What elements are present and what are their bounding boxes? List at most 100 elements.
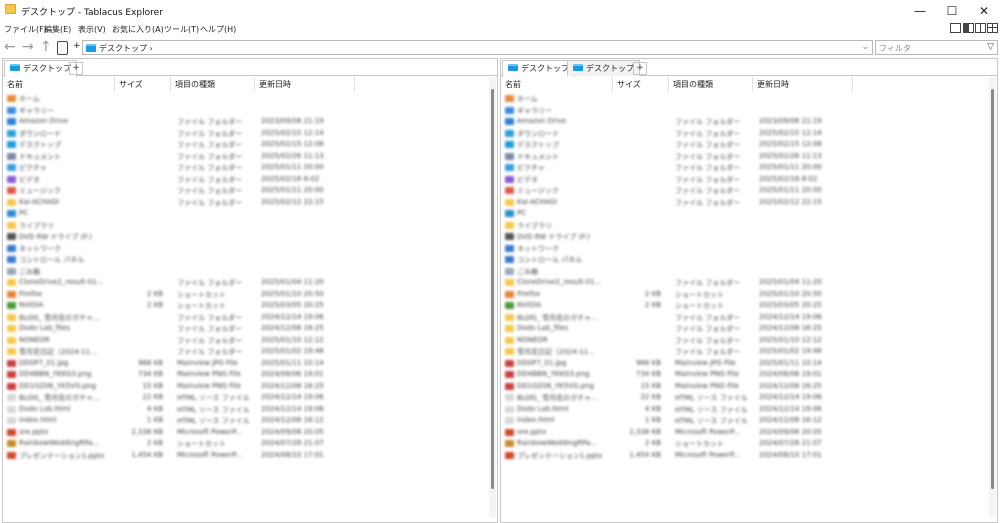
column-modified[interactable]: 更新日時 [259,79,291,90]
file-row[interactable]: ビデオ ファイル フォルダー 2025/02/18 8:02 [5,174,497,186]
file-row[interactable]: Kai-ACHAGI ファイル フォルダー 2025/02/12 22:15 [503,197,997,209]
file-row[interactable]: ごみ箱 [5,266,497,278]
address-bar[interactable]: デスクトップ › ⌄ [82,40,873,55]
file-row[interactable]: index.html 1 KB HTML ソース ファイル 2024/12/08 16… [5,415,497,427]
file-row[interactable]: BLOG_ 雪月花のガチャ... ファイル フォルダー 2024/12/14 19:… [503,312,997,324]
file-row[interactable]: デスクトップ ファイル フォルダー 2025/02/15 12:08 [5,139,497,151]
add-favorite-icon[interactable]: + [73,41,81,51]
vertical-scrollbar[interactable] [989,77,996,517]
file-row[interactable]: プレゼンテーション1.pptx 1,454 KB Microsoft PowerP.… [5,450,497,462]
file-row[interactable]: ネットワーク [5,243,497,255]
column-divider[interactable] [612,77,613,91]
vertical-scrollbar[interactable] [489,77,496,517]
file-row[interactable]: NVIDIA 2 KB ショートカット 2025/03/05 20:25 [503,300,997,312]
file-row[interactable]: Amazon Drive ファイル フォルダー 2023/09/08 21:19 [503,116,997,128]
add-tab-button[interactable]: + [633,62,647,75]
column-divider[interactable] [668,77,669,91]
funnel-filter-icon[interactable]: ▽ [987,42,994,52]
column-divider[interactable] [114,77,115,91]
file-row[interactable]: DD0P7_01.jpg 968 KB Mainview JPG File 2025/… [503,358,997,370]
file-row[interactable]: BLOG_ 雪月花のガチャ... 22 KB HTML ソース ファイル 2024/1… [5,392,497,404]
file-row[interactable]: コントロール パネル [5,254,497,266]
file-row[interactable]: ピクチャ ファイル フォルダー 2025/01/11 20:00 [5,162,497,174]
file-row[interactable]: Firefox 2 KB ショートカット 2025/01/10 20:50 [5,289,497,301]
file-row[interactable]: NONEOR ファイル フォルダー 2025/01/10 12:12 [5,335,497,347]
file-row[interactable]: Amazon Drive ファイル フォルダー 2023/09/08 21:19 [5,116,497,128]
file-row[interactable]: 雪月花日記（2024-11... ファイル フォルダー 2025/01/02 19:… [5,346,497,358]
file-row[interactable]: ライブラリ [503,220,997,232]
file-row[interactable]: プレゼンテーション1.pptx 1,454 KB Microsoft PowerP.… [503,450,997,462]
file-row[interactable]: PC [5,208,497,220]
filter-placeholder[interactable]: フィルタ [879,43,911,54]
tab-desktop-2[interactable]: デスクトップ [567,60,640,76]
menu-edit[interactable]: 編集(E) [44,24,71,35]
scrollbar-thumb[interactable] [991,89,994,489]
address-path[interactable]: デスクトップ › [99,43,153,54]
file-row[interactable]: ごみ箱 [503,266,997,278]
file-row[interactable]: ホーム [5,93,497,105]
file-row[interactable]: CloneDrive2_result-01... ファイル フォルダー 2025/0… [503,277,997,289]
file-row[interactable]: ライブラリ [5,220,497,232]
file-row[interactable]: NVIDIA 2 KB ショートカット 2025/03/05 20:25 [5,300,497,312]
file-row[interactable]: CloneDrive2_result-01... ファイル フォルダー 2025/0… [5,277,497,289]
column-type[interactable]: 項目の種類 [673,79,713,90]
file-row[interactable]: index.html 1 KB HTML ソース ファイル 2024/12/08 16… [503,415,997,427]
copy-icon[interactable] [57,41,68,55]
file-row[interactable]: ビデオ ファイル フォルダー 2025/02/18 8:02 [503,174,997,186]
file-row[interactable]: Firefox 2 KB ショートカット 2025/01/10 20:50 [503,289,997,301]
file-row[interactable]: ore.pptx 2,338 KB Microsoft PowerP... 2024/… [5,427,497,439]
file-row[interactable]: DD0P7_01.jpg 968 KB Mainview JPG File 2025/… [5,358,497,370]
file-row[interactable]: DVD RW ドライブ (F:) [503,231,997,243]
file-row[interactable]: コントロール パネル [503,254,997,266]
minimize-button[interactable]: — [904,0,936,21]
file-row[interactable]: Dodo Lab_files ファイル フォルダー 2024/12/08 16:25 [5,323,497,335]
file-row[interactable]: ダウンロード ファイル フォルダー 2025/02/15 12:14 [503,128,997,140]
grid-layout-icon[interactable] [987,23,998,33]
column-name[interactable]: 名前 [7,79,23,90]
file-row[interactable]: BLOG_ 雪月花のガチャ... ファイル フォルダー 2024/12/14 19:… [5,312,497,324]
back-arrow-icon[interactable]: ← [4,40,16,54]
file-row[interactable]: ギャラリー [5,105,497,117]
column-divider[interactable] [254,77,255,91]
file-row[interactable]: PC [503,208,997,220]
menu-view[interactable]: 表示(V) [78,24,106,35]
file-row[interactable]: ore.pptx 2,338 KB Microsoft PowerP... 2024/… [503,427,997,439]
file-row[interactable]: ネットワーク [503,243,997,255]
file-row[interactable]: ドキュメント ファイル フォルダー 2025/02/26 11:13 [503,151,997,163]
column-size[interactable]: サイズ [119,79,143,90]
menu-favorites[interactable]: お気に入り(A) [112,24,164,35]
vertical-split-layout-icon[interactable] [975,23,986,33]
filter-box[interactable]: フィルタ ▽ [875,40,998,55]
file-row[interactable]: デスクトップ ファイル フォルダー 2025/02/15 12:08 [503,139,997,151]
chevron-down-icon[interactable]: ⌄ [861,42,869,52]
file-row[interactable]: NONEOR ファイル フォルダー 2025/01/10 12:12 [503,335,997,347]
file-row[interactable]: BLOG_ 雪月花のガチャ... 22 KB HTML ソース ファイル 2024/1… [503,392,997,404]
file-row[interactable]: ミュージック ファイル フォルダー 2025/01/11 20:00 [5,185,497,197]
column-name[interactable]: 名前 [505,79,521,90]
menu-tools[interactable]: ツール(T) [164,24,199,35]
forward-arrow-icon[interactable]: → [22,40,34,54]
menu-help[interactable]: ヘルプ(H) [200,24,236,35]
add-tab-button[interactable]: + [69,62,83,75]
file-row[interactable]: ドキュメント ファイル フォルダー 2025/02/26 11:13 [5,151,497,163]
maximize-button[interactable]: ☐ [936,0,968,21]
file-row[interactable]: DD1GZ06_YK5VG.png 15 KB Mainview PNG File 2… [503,381,997,393]
tab-desktop[interactable]: デスクトップ [4,60,77,77]
file-row[interactable]: DD4BBN_YKKG3.png 734 KB Mainview PNG File 2… [5,369,497,381]
file-row[interactable]: Dodo Lab.html 4 KB HTML ソース ファイル 2024/12/14… [503,404,997,416]
file-row[interactable]: Kai-ACHAGI ファイル フォルダー 2025/02/12 22:15 [5,197,497,209]
file-row[interactable]: ホーム [503,93,997,105]
column-divider[interactable] [354,77,355,91]
tab-desktop[interactable]: デスクトップ [502,60,575,77]
file-row[interactable]: 雪月花日記（2024-11... ファイル フォルダー 2025/01/02 19:… [503,346,997,358]
menu-file[interactable]: ファイル(F) [4,24,47,35]
file-row[interactable]: ミュージック ファイル フォルダー 2025/01/11 20:00 [503,185,997,197]
file-row[interactable]: ピクチャ ファイル フォルダー 2025/01/11 20:00 [503,162,997,174]
file-row[interactable]: ギャラリー [503,105,997,117]
column-modified[interactable]: 更新日時 [757,79,789,90]
file-row[interactable]: RainbowWeddingRPa... 2 KB ショートカット 2024/07/2… [5,438,497,450]
file-row[interactable]: ダウンロード ファイル フォルダー 2025/02/15 12:14 [5,128,497,140]
column-divider[interactable] [170,77,171,91]
file-row[interactable]: Dodo Lab.html 4 KB HTML ソース ファイル 2024/12/14… [5,404,497,416]
column-divider[interactable] [852,77,853,91]
